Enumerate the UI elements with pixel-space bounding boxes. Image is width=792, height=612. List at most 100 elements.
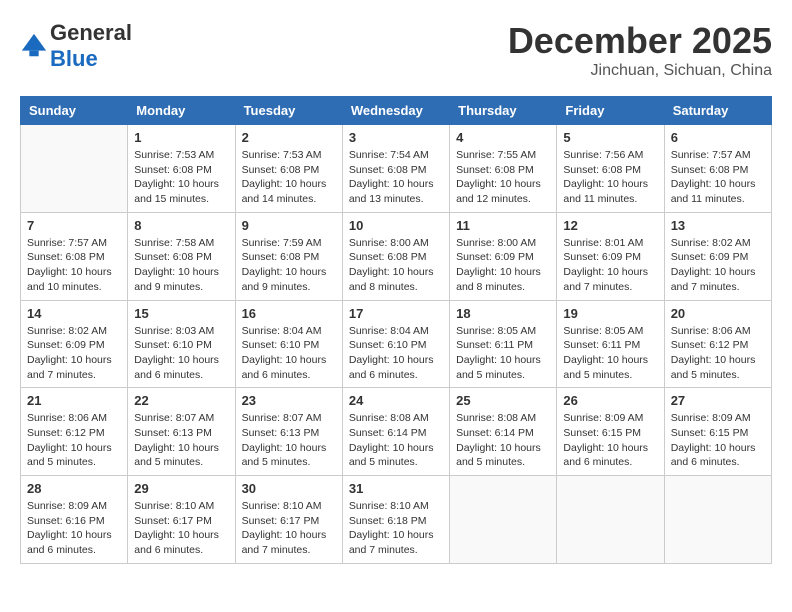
day-number: 31 bbox=[349, 481, 443, 496]
day-info: Sunrise: 8:08 AMSunset: 6:14 PMDaylight:… bbox=[456, 411, 550, 470]
calendar-cell: 14 Sunrise: 8:02 AMSunset: 6:09 PMDayligh… bbox=[21, 300, 128, 388]
calendar-week-row: 7 Sunrise: 7:57 AMSunset: 6:08 PMDaylight… bbox=[21, 212, 772, 300]
day-info: Sunrise: 8:04 AMSunset: 6:10 PMDaylight:… bbox=[242, 324, 336, 383]
day-number: 29 bbox=[134, 481, 228, 496]
day-number: 5 bbox=[563, 130, 657, 145]
day-of-week-header: Friday bbox=[557, 97, 664, 125]
calendar-cell: 13 Sunrise: 8:02 AMSunset: 6:09 PMDayligh… bbox=[664, 212, 771, 300]
calendar-cell: 22 Sunrise: 8:07 AMSunset: 6:13 PMDayligh… bbox=[128, 388, 235, 476]
day-info: Sunrise: 7:58 AMSunset: 6:08 PMDaylight:… bbox=[134, 236, 228, 295]
day-info: Sunrise: 8:10 AMSunset: 6:17 PMDaylight:… bbox=[134, 499, 228, 558]
day-number: 3 bbox=[349, 130, 443, 145]
day-info: Sunrise: 7:54 AMSunset: 6:08 PMDaylight:… bbox=[349, 148, 443, 207]
day-info: Sunrise: 8:00 AMSunset: 6:08 PMDaylight:… bbox=[349, 236, 443, 295]
day-of-week-header: Tuesday bbox=[235, 97, 342, 125]
logo-general-text: General bbox=[50, 20, 132, 45]
page-header: General Blue December 2025 Jinchuan, Sic… bbox=[20, 20, 772, 80]
day-number: 19 bbox=[563, 306, 657, 321]
calendar-cell bbox=[450, 476, 557, 564]
title-area: December 2025 Jinchuan, Sichuan, China bbox=[508, 20, 772, 80]
day-info: Sunrise: 7:53 AMSunset: 6:08 PMDaylight:… bbox=[134, 148, 228, 207]
day-number: 20 bbox=[671, 306, 765, 321]
calendar-week-row: 14 Sunrise: 8:02 AMSunset: 6:09 PMDayligh… bbox=[21, 300, 772, 388]
logo: General Blue bbox=[20, 20, 132, 72]
day-info: Sunrise: 8:08 AMSunset: 6:14 PMDaylight:… bbox=[349, 411, 443, 470]
day-number: 2 bbox=[242, 130, 336, 145]
calendar-cell: 26 Sunrise: 8:09 AMSunset: 6:15 PMDayligh… bbox=[557, 388, 664, 476]
calendar-cell: 11Sunrise: 8:00 AMSunset: 6:09 PMDayligh… bbox=[450, 212, 557, 300]
calendar-cell: 16 Sunrise: 8:04 AMSunset: 6:10 PMDayligh… bbox=[235, 300, 342, 388]
day-number: 7 bbox=[27, 218, 121, 233]
calendar-cell: 23 Sunrise: 8:07 AMSunset: 6:13 PMDayligh… bbox=[235, 388, 342, 476]
calendar-week-row: 28 Sunrise: 8:09 AMSunset: 6:16 PMDayligh… bbox=[21, 476, 772, 564]
day-number: 30 bbox=[242, 481, 336, 496]
day-number: 10 bbox=[349, 218, 443, 233]
day-number: 24 bbox=[349, 393, 443, 408]
day-number: 9 bbox=[242, 218, 336, 233]
logo-icon bbox=[20, 32, 48, 60]
location-title: Jinchuan, Sichuan, China bbox=[508, 62, 772, 80]
day-number: 28 bbox=[27, 481, 121, 496]
day-info: Sunrise: 7:59 AMSunset: 6:08 PMDaylight:… bbox=[242, 236, 336, 295]
day-number: 17 bbox=[349, 306, 443, 321]
calendar-cell: 17 Sunrise: 8:04 AMSunset: 6:10 PMDayligh… bbox=[342, 300, 449, 388]
calendar-cell: 12Sunrise: 8:01 AMSunset: 6:09 PMDayligh… bbox=[557, 212, 664, 300]
calendar-cell: 25 Sunrise: 8:08 AMSunset: 6:14 PMDayligh… bbox=[450, 388, 557, 476]
day-of-week-header: Saturday bbox=[664, 97, 771, 125]
day-number: 26 bbox=[563, 393, 657, 408]
day-info: Sunrise: 8:01 AMSunset: 6:09 PMDaylight:… bbox=[563, 236, 657, 295]
day-info: Sunrise: 8:10 AMSunset: 6:18 PMDaylight:… bbox=[349, 499, 443, 558]
day-info: Sunrise: 8:10 AMSunset: 6:17 PMDaylight:… bbox=[242, 499, 336, 558]
calendar-cell bbox=[21, 125, 128, 213]
calendar-cell: 19Sunrise: 8:05 AMSunset: 6:11 PMDayligh… bbox=[557, 300, 664, 388]
calendar-cell: 5 Sunrise: 7:56 AMSunset: 6:08 PMDaylight… bbox=[557, 125, 664, 213]
calendar-cell: 18Sunrise: 8:05 AMSunset: 6:11 PMDayligh… bbox=[450, 300, 557, 388]
day-number: 1 bbox=[134, 130, 228, 145]
calendar-cell: 8Sunrise: 7:58 AMSunset: 6:08 PMDaylight… bbox=[128, 212, 235, 300]
calendar-cell: 29 Sunrise: 8:10 AMSunset: 6:17 PMDayligh… bbox=[128, 476, 235, 564]
calendar-header-row: SundayMondayTuesdayWednesdayThursdayFrid… bbox=[21, 97, 772, 125]
day-info: Sunrise: 8:04 AMSunset: 6:10 PMDaylight:… bbox=[349, 324, 443, 383]
day-info: Sunrise: 7:55 AMSunset: 6:08 PMDaylight:… bbox=[456, 148, 550, 207]
day-info: Sunrise: 8:09 AMSunset: 6:15 PMDaylight:… bbox=[563, 411, 657, 470]
day-info: Sunrise: 8:09 AMSunset: 6:16 PMDaylight:… bbox=[27, 499, 121, 558]
calendar-cell: 31 Sunrise: 8:10 AMSunset: 6:18 PMDayligh… bbox=[342, 476, 449, 564]
day-number: 13 bbox=[671, 218, 765, 233]
day-number: 16 bbox=[242, 306, 336, 321]
day-info: Sunrise: 7:56 AMSunset: 6:08 PMDaylight:… bbox=[563, 148, 657, 207]
calendar-cell: 30 Sunrise: 8:10 AMSunset: 6:17 PMDayligh… bbox=[235, 476, 342, 564]
day-info: Sunrise: 7:53 AMSunset: 6:08 PMDaylight:… bbox=[242, 148, 336, 207]
day-info: Sunrise: 8:09 AMSunset: 6:15 PMDaylight:… bbox=[671, 411, 765, 470]
day-number: 23 bbox=[242, 393, 336, 408]
day-info: Sunrise: 8:06 AMSunset: 6:12 PMDaylight:… bbox=[27, 411, 121, 470]
day-of-week-header: Sunday bbox=[21, 97, 128, 125]
day-info: Sunrise: 8:02 AMSunset: 6:09 PMDaylight:… bbox=[671, 236, 765, 295]
day-number: 15 bbox=[134, 306, 228, 321]
calendar-cell: 6 Sunrise: 7:57 AMSunset: 6:08 PMDaylight… bbox=[664, 125, 771, 213]
day-info: Sunrise: 8:07 AMSunset: 6:13 PMDaylight:… bbox=[134, 411, 228, 470]
calendar-cell: 10 Sunrise: 8:00 AMSunset: 6:08 PMDayligh… bbox=[342, 212, 449, 300]
day-info: Sunrise: 7:57 AMSunset: 6:08 PMDaylight:… bbox=[27, 236, 121, 295]
day-number: 14 bbox=[27, 306, 121, 321]
day-info: Sunrise: 8:00 AMSunset: 6:09 PMDaylight:… bbox=[456, 236, 550, 295]
day-info: Sunrise: 8:07 AMSunset: 6:13 PMDaylight:… bbox=[242, 411, 336, 470]
day-number: 22 bbox=[134, 393, 228, 408]
calendar-cell: 1 Sunrise: 7:53 AMSunset: 6:08 PMDaylight… bbox=[128, 125, 235, 213]
day-info: Sunrise: 8:02 AMSunset: 6:09 PMDaylight:… bbox=[27, 324, 121, 383]
calendar-cell: 2 Sunrise: 7:53 AMSunset: 6:08 PMDaylight… bbox=[235, 125, 342, 213]
calendar-cell: 21 Sunrise: 8:06 AMSunset: 6:12 PMDayligh… bbox=[21, 388, 128, 476]
day-number: 25 bbox=[456, 393, 550, 408]
day-number: 6 bbox=[671, 130, 765, 145]
calendar-cell: 28 Sunrise: 8:09 AMSunset: 6:16 PMDayligh… bbox=[21, 476, 128, 564]
day-info: Sunrise: 8:06 AMSunset: 6:12 PMDaylight:… bbox=[671, 324, 765, 383]
calendar-cell: 9 Sunrise: 7:59 AMSunset: 6:08 PMDaylight… bbox=[235, 212, 342, 300]
day-info: Sunrise: 8:03 AMSunset: 6:10 PMDaylight:… bbox=[134, 324, 228, 383]
day-number: 21 bbox=[27, 393, 121, 408]
day-info: Sunrise: 7:57 AMSunset: 6:08 PMDaylight:… bbox=[671, 148, 765, 207]
day-info: Sunrise: 8:05 AMSunset: 6:11 PMDaylight:… bbox=[456, 324, 550, 383]
calendar-cell: 3 Sunrise: 7:54 AMSunset: 6:08 PMDaylight… bbox=[342, 125, 449, 213]
calendar-week-row: 1 Sunrise: 7:53 AMSunset: 6:08 PMDaylight… bbox=[21, 125, 772, 213]
calendar-cell bbox=[664, 476, 771, 564]
calendar-cell: 4Sunrise: 7:55 AMSunset: 6:08 PMDaylight… bbox=[450, 125, 557, 213]
calendar-cell: 15 Sunrise: 8:03 AMSunset: 6:10 PMDayligh… bbox=[128, 300, 235, 388]
